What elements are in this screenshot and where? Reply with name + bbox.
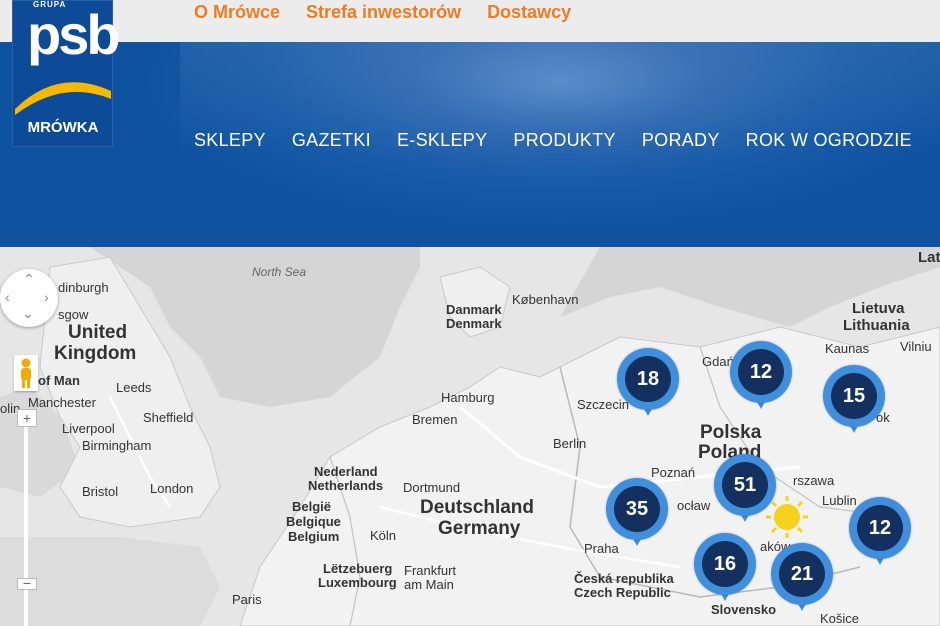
- label-london: London: [150, 481, 194, 496]
- main-nav: SKLEPY GAZETKI E-SKLEPY PRODUKTY PORADY …: [194, 130, 912, 151]
- label-hamburg: Hamburg: [441, 390, 495, 405]
- logo-name-text: MRÓWKA: [27, 119, 99, 136]
- label-belgium: Belgium: [288, 529, 340, 544]
- label-letzebuerg: Lëtzebuerg: [323, 561, 393, 576]
- label-glasgow: sgow: [58, 307, 89, 322]
- label-liverpool: Liverpool: [62, 421, 115, 436]
- nav-sklepy[interactable]: SKLEPY: [194, 130, 266, 151]
- top-bar: O Mrówce Strefa inwestorów Dostawcy: [0, 0, 940, 42]
- store-cluster-marker[interactable]: 16: [694, 533, 756, 603]
- label-luxembourg: Luxembourg: [318, 575, 397, 590]
- label-edinburgh: dinburgh: [58, 280, 109, 295]
- label-czech-republic: Czech Republic: [574, 585, 671, 600]
- nav-e-sklepy[interactable]: E-SKLEPY: [397, 130, 487, 151]
- label-kosice: Košice: [820, 611, 860, 626]
- link-dostawcy[interactable]: Dostawcy: [487, 2, 571, 24]
- pan-right-icon[interactable]: ›: [44, 289, 49, 305]
- label-birmingham: Birmingham: [82, 438, 152, 453]
- label-am-main: am Main: [404, 577, 454, 592]
- label-wroclaw: ocław: [677, 498, 711, 513]
- label-latvia: Lat: [918, 249, 940, 266]
- label-kaunas: Kaunas: [825, 341, 870, 356]
- store-cluster-marker[interactable]: 35: [606, 478, 668, 548]
- pan-up-icon[interactable]: ⌃: [23, 271, 35, 288]
- label-united: United: [68, 322, 128, 343]
- label-berlin: Berlin: [553, 436, 587, 451]
- zoom-slider-handle[interactable]: −: [17, 576, 37, 590]
- label-isle-of-man: of Man: [38, 373, 80, 388]
- label-north-sea: North Sea: [252, 265, 307, 279]
- label-belgique: Belgique: [286, 514, 341, 529]
- pan-left-icon[interactable]: ‹: [5, 289, 10, 305]
- label-belgie: België: [292, 499, 332, 514]
- label-paris: Paris: [232, 592, 262, 607]
- logo-swoosh-icon: [15, 82, 111, 115]
- nav-produkty[interactable]: PRODUKTY: [513, 130, 615, 151]
- label-bristol: Bristol: [82, 484, 119, 499]
- store-cluster-marker[interactable]: 15: [823, 365, 885, 435]
- marker-count: 35: [614, 486, 660, 532]
- label-leeds: Leeds: [116, 380, 152, 395]
- label-kobenhavn: København: [512, 292, 579, 307]
- nav-porady[interactable]: PORADY: [642, 130, 720, 151]
- marker-count: 18: [625, 356, 671, 402]
- marker-count: 51: [722, 462, 768, 508]
- store-cluster-marker[interactable]: 12: [849, 497, 911, 567]
- psb-mrowka-logo[interactable]: GRUPA psb MRÓWKA: [12, 0, 121, 147]
- logo-brand-text: psb: [27, 3, 121, 66]
- label-lithuania: Lithuania: [843, 317, 910, 334]
- store-cluster-marker[interactable]: 51: [714, 454, 776, 524]
- marker-count: 12: [857, 505, 903, 551]
- label-germany: Germany: [438, 518, 521, 539]
- label-vilnius: Vilniu: [900, 339, 932, 354]
- label-ceska-republika: Česká republika: [574, 571, 674, 586]
- label-danmark: Danmark: [446, 302, 502, 317]
- store-cluster-marker[interactable]: 18: [617, 348, 679, 418]
- label-bremen: Bremen: [412, 412, 458, 427]
- zoom-in-button[interactable]: +: [17, 409, 37, 427]
- link-o-mrowce[interactable]: O Mrówce: [194, 2, 280, 24]
- label-frankfurt: Frankfurt: [404, 563, 457, 578]
- store-cluster-marker[interactable]: 12: [730, 341, 792, 411]
- label-netherlands: Netherlands: [308, 478, 384, 493]
- store-cluster-marker[interactable]: 21: [771, 543, 833, 613]
- label-warszawa: rszawa: [793, 473, 835, 488]
- marker-count: 21: [779, 551, 825, 597]
- label-manchester: Manchester: [28, 395, 96, 410]
- zoom-slider-track[interactable]: [24, 427, 28, 626]
- link-strefa-inwestorow[interactable]: Strefa inwestorów: [306, 2, 461, 24]
- label-slovensko: Slovensko: [711, 602, 777, 617]
- top-links: O Mrówce Strefa inwestorów Dostawcy: [194, 2, 571, 24]
- nav-gazetki[interactable]: GAZETKI: [292, 130, 371, 151]
- marker-count: 16: [702, 541, 748, 587]
- label-nederland: Nederland: [314, 464, 378, 479]
- street-view-pegman-icon[interactable]: [14, 355, 38, 391]
- label-denmark: Denmark: [446, 316, 502, 331]
- stores-map[interactable]: North Sea dinburgh sgow United Kingdom o…: [0, 247, 940, 626]
- pegman-figure-icon: [21, 358, 31, 388]
- label-kingdom: Kingdom: [54, 343, 137, 364]
- nav-rok-w-ogrodzie[interactable]: ROK W OGRODZIE: [746, 130, 912, 151]
- marker-count: 15: [831, 373, 877, 419]
- label-deutschland: Deutschland: [420, 497, 535, 518]
- label-polska: Polska: [700, 422, 762, 443]
- label-dortmund: Dortmund: [403, 480, 461, 495]
- label-koln: Köln: [370, 528, 397, 543]
- marker-count: 12: [738, 349, 784, 395]
- map-pan-control[interactable]: ⌃ ‹ › ⌄: [0, 269, 58, 327]
- header: SKLEPY GAZETKI E-SKLEPY PRODUKTY PORADY …: [0, 42, 940, 247]
- label-sheffield: Sheffield: [143, 410, 194, 425]
- pan-down-icon[interactable]: ⌄: [22, 305, 34, 322]
